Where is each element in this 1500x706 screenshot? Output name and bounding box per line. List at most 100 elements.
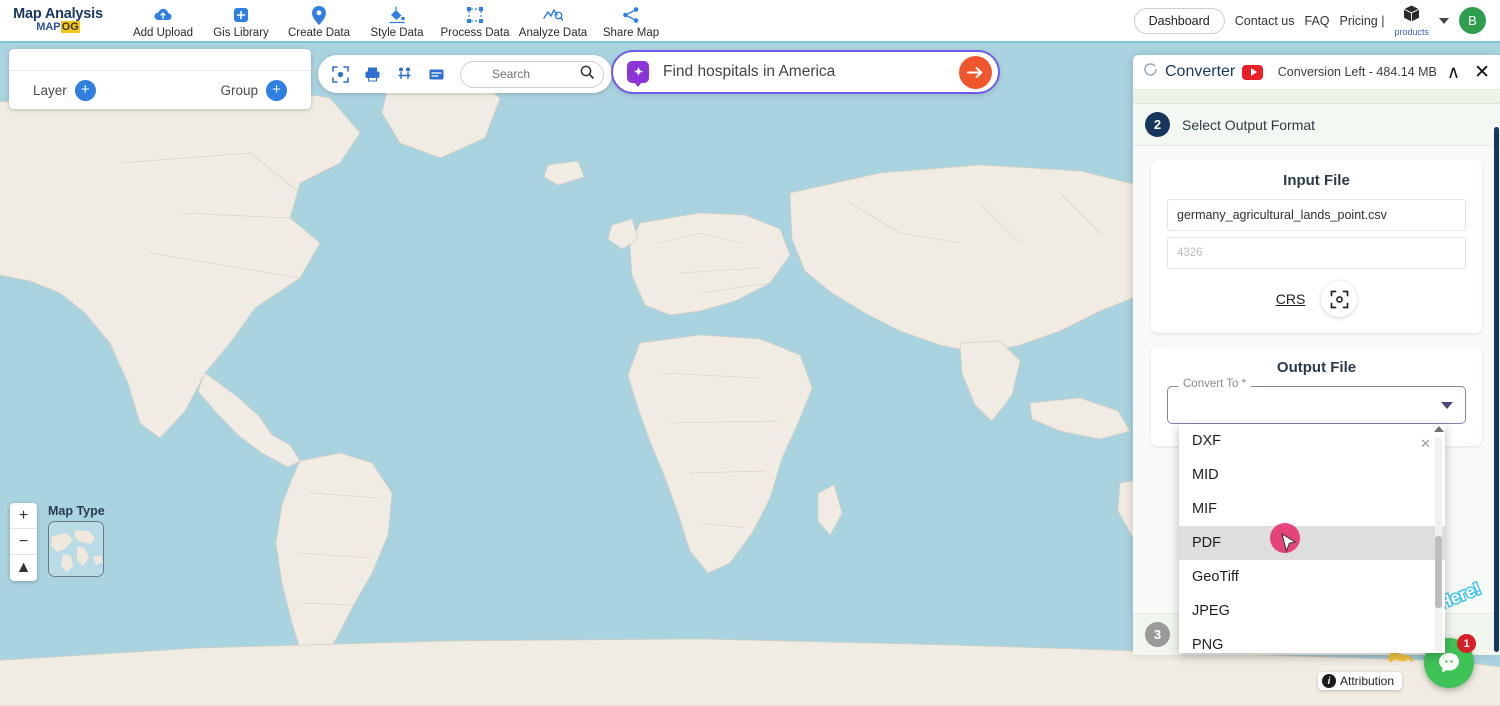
contact-us-link[interactable]: Contact us xyxy=(1235,14,1295,28)
step-3-badge: 3 xyxy=(1145,622,1170,647)
input-file-title: Input File xyxy=(1283,172,1350,189)
add-layer-group[interactable]: Layer + xyxy=(33,79,96,101)
dropdown-clear-icon[interactable]: ✕ xyxy=(1420,436,1431,452)
nav-item-style-data[interactable]: Style Data xyxy=(358,2,436,39)
info-icon: i xyxy=(1322,674,1336,688)
crs-picker-button[interactable] xyxy=(1321,281,1358,317)
add-layer-button[interactable]: + xyxy=(74,79,96,101)
chat-unread-badge: 1 xyxy=(1457,634,1476,653)
group-label: Group xyxy=(220,82,258,98)
brand-logo[interactable]: Map Analysis MAPOG xyxy=(8,6,108,34)
nav-item-share-map[interactable]: Share Map xyxy=(592,2,670,39)
app-root: Map Analysis MAPOG Add Upload Gis Librar… xyxy=(0,0,1500,706)
step-2-badge: 2 xyxy=(1145,112,1170,137)
map-type-thumbnail[interactable] xyxy=(48,521,104,577)
print-icon[interactable] xyxy=(358,60,386,88)
crosshair-icon xyxy=(1330,290,1349,308)
search-input[interactable]: Search xyxy=(460,60,604,88)
cloud-upload-icon xyxy=(153,5,173,25)
ai-search-bar[interactable]: Find hospitals in America xyxy=(611,50,1000,94)
input-filename-field[interactable]: germany_agricultural_lands_point.csv xyxy=(1167,199,1466,231)
pricing-link[interactable]: Pricing | xyxy=(1340,14,1385,28)
layer-label: Layer xyxy=(33,82,67,98)
layer-panel-controls: Layer + Group + xyxy=(9,71,311,109)
convert-to-select[interactable] xyxy=(1167,386,1466,424)
output-file-title: Output File xyxy=(1276,359,1357,376)
dropdown-option-mid[interactable]: MID xyxy=(1179,458,1445,492)
compass-reset-button[interactable]: ▲ xyxy=(10,555,37,581)
collapse-icon[interactable]: ∧ xyxy=(1444,62,1463,83)
search-placeholder: Search xyxy=(492,67,531,81)
converter-scrollbar[interactable] xyxy=(1494,127,1499,652)
close-icon[interactable]: ✕ xyxy=(1470,61,1490,84)
dashboard-button[interactable]: Dashboard xyxy=(1133,7,1225,34)
refresh-icon[interactable] xyxy=(1143,62,1158,82)
crs-label[interactable]: CRS xyxy=(1276,291,1306,307)
paint-bucket-icon xyxy=(388,5,406,25)
chevron-down-icon[interactable] xyxy=(1439,17,1449,24)
measure-icon[interactable] xyxy=(390,60,418,88)
dropdown-option-pdf[interactable]: PDF xyxy=(1179,526,1445,560)
map-type-selector: Map Type xyxy=(48,504,105,577)
dropdown-scroll-thumb[interactable] xyxy=(1435,536,1442,608)
zoom-out-button[interactable]: − xyxy=(10,529,37,555)
map-toolbar: Search xyxy=(318,55,612,93)
nav-item-analyze-data[interactable]: Analyze Data xyxy=(514,2,592,39)
attribution-button[interactable]: i Attribution xyxy=(1318,672,1403,690)
ai-search-value[interactable]: Find hospitals in America xyxy=(663,63,959,81)
nav-item-label: Process Data xyxy=(440,27,510,39)
nav-item-add-upload[interactable]: Add Upload xyxy=(124,2,202,39)
add-group-group[interactable]: Group + xyxy=(220,79,287,101)
arrow-right-icon xyxy=(967,66,983,78)
nav-item-label: Share Map xyxy=(602,27,660,39)
nav-item-gis-library[interactable]: Gis Library xyxy=(202,2,280,39)
step-2-row[interactable]: 2 Select Output Format xyxy=(1133,104,1500,146)
map-pin-icon xyxy=(312,5,326,25)
nav-item-create-data[interactable]: Create Data xyxy=(280,2,358,39)
chevron-down-icon[interactable] xyxy=(1441,401,1453,409)
avatar[interactable]: B xyxy=(1459,7,1486,34)
library-plus-icon xyxy=(232,5,250,25)
dropdown-option-mif[interactable]: MIF xyxy=(1179,492,1445,526)
zoom-in-button[interactable]: + xyxy=(10,503,37,529)
chat-bubble-icon xyxy=(1439,653,1459,673)
crs-row: CRS xyxy=(1167,281,1466,317)
legend-icon[interactable] xyxy=(422,60,450,88)
brand-sub-b: OG xyxy=(60,21,80,34)
focus-frame-icon[interactable] xyxy=(326,60,354,88)
layer-panel-header xyxy=(9,49,311,71)
mouse-cursor-icon xyxy=(1281,532,1297,558)
youtube-play-icon[interactable] xyxy=(1242,64,1264,80)
ai-search-submit-button[interactable] xyxy=(959,55,992,89)
chevron-up-icon[interactable] xyxy=(1434,426,1444,432)
top-navigation-bar: Map Analysis MAPOG Add Upload Gis Librar… xyxy=(0,0,1500,43)
dropdown-option-geotiff[interactable]: GeoTiff xyxy=(1179,560,1445,594)
nav-items: Add Upload Gis Library Create Data Style… xyxy=(124,2,670,39)
dropdown-option-png[interactable]: PNG xyxy=(1179,628,1445,653)
nav-item-process-data[interactable]: Process Data xyxy=(436,2,514,39)
faq-link[interactable]: FAQ xyxy=(1305,14,1330,28)
dropdown-option-dxf[interactable]: DXF xyxy=(1179,424,1445,458)
layer-panel: Layer + Group + xyxy=(9,49,311,109)
products-menu[interactable]: products xyxy=(1394,4,1429,37)
conversion-left-label: Conversion Left - 484.14 MB xyxy=(1277,65,1437,79)
convert-to-dropdown: DXF MID MIF PDF GeoTiff JPEG PNG ✕ xyxy=(1179,424,1445,653)
add-group-button[interactable]: + xyxy=(266,79,287,101)
convert-to-legend: Convert To * xyxy=(1178,378,1252,390)
dropdown-option-jpeg[interactable]: JPEG xyxy=(1179,594,1445,628)
step-2-label: Select Output Format xyxy=(1182,116,1316,133)
input-file-card: Input File germany_agricultural_lands_po… xyxy=(1151,160,1482,333)
step1-collapsed-strip[interactable] xyxy=(1133,90,1500,104)
nav-item-label: Analyze Data xyxy=(518,27,588,39)
process-nodes-icon xyxy=(466,5,484,25)
input-crs-field[interactable]: 4326 xyxy=(1167,237,1466,269)
convert-to-select-wrap: Convert To * xyxy=(1167,378,1466,424)
dropdown-scrollbar[interactable] xyxy=(1435,428,1442,651)
map-zoom-controls: + − ▲ xyxy=(10,503,37,581)
brand-title: Map Analysis xyxy=(13,6,103,23)
search-icon xyxy=(580,65,594,84)
products-box-icon xyxy=(1402,4,1421,28)
products-label: products xyxy=(1394,27,1429,37)
analyze-chart-icon xyxy=(543,5,563,25)
share-icon xyxy=(622,5,640,25)
